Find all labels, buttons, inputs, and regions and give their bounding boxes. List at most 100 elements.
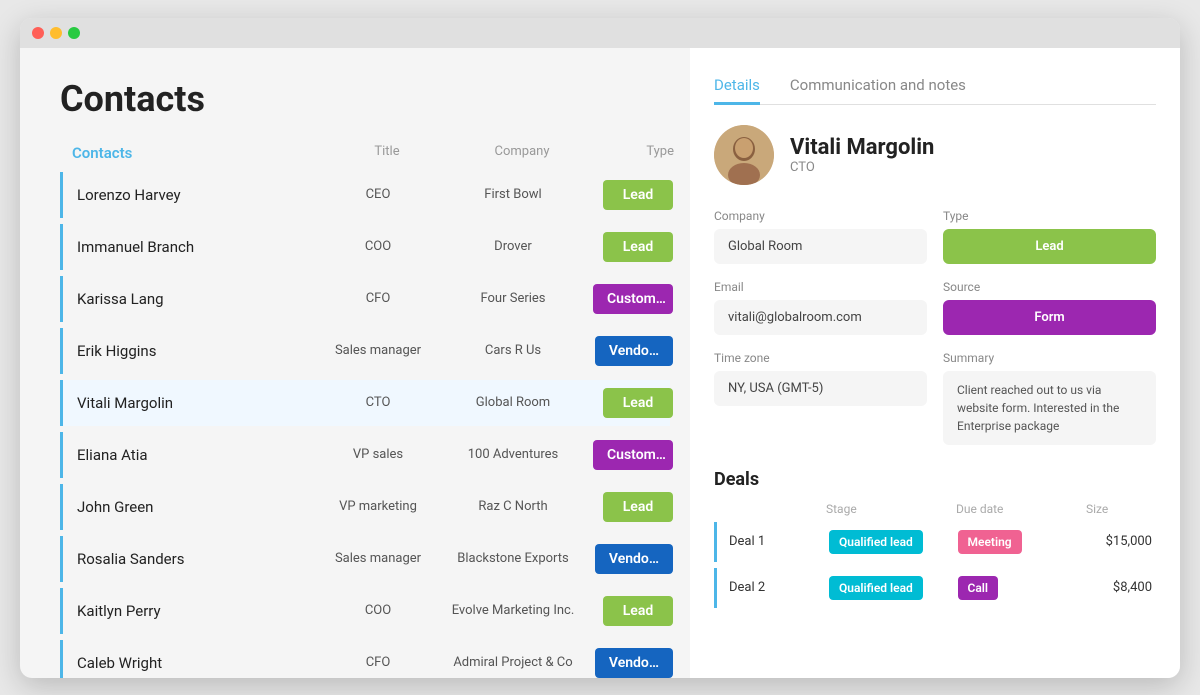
contacts-table: Contacts Title Company Type Lorenzo Harv… (60, 144, 670, 678)
type-badge: Lead (603, 180, 673, 210)
deal-row[interactable]: Deal 2 Qualified lead Call $8,400 (714, 568, 1156, 608)
contact-name-cell: Kaitlyn Perry (63, 593, 323, 628)
deal-stage-cell: Qualified lead (829, 576, 958, 600)
contact-type-cell: Custom… (593, 440, 673, 470)
table-row[interactable]: Rosalia Sanders Sales manager Blackstone… (60, 536, 670, 582)
deals-title: Deals (714, 469, 1156, 490)
contact-title-cell: CEO (323, 187, 433, 202)
contact-company-cell: Global Room (433, 395, 593, 410)
contact-name: Immanuel Branch (77, 238, 194, 256)
contact-type-cell: Lead (593, 596, 673, 626)
table-row[interactable]: Immanuel Branch COO Drover Lead (60, 224, 670, 270)
contact-type-cell: Lead (593, 492, 673, 522)
page-title: Contacts (60, 78, 670, 120)
col-header-title: Title (332, 144, 442, 162)
profile-info: Vitali Margolin CTO (790, 135, 934, 175)
table-row[interactable]: Erik Higgins Sales manager Cars R Us Ven… (60, 328, 670, 374)
contact-company-cell: First Bowl (433, 187, 593, 202)
right-panel: Details Communication and notes Vitali M… (690, 48, 1180, 678)
deal-name: Deal 2 (729, 580, 829, 595)
summary-label: Summary (943, 351, 1156, 365)
company-label: Company (714, 209, 927, 223)
contact-company-cell: Blackstone Exports (433, 551, 593, 566)
contact-title-cell: VP sales (323, 447, 433, 462)
table-row[interactable]: Kaitlyn Perry COO Evolve Marketing Inc. … (60, 588, 670, 634)
tabs: Details Communication and notes (714, 68, 1156, 105)
tab-details[interactable]: Details (714, 68, 760, 105)
deals-table-header: Stage Due date Size (714, 502, 1156, 522)
deals-col-size: Size (1086, 502, 1156, 516)
contact-company-cell: Admiral Project & Co (433, 655, 593, 670)
deal-size: $15,000 (1086, 534, 1156, 549)
type-badge: Custom… (593, 440, 673, 470)
source-value: Form (943, 300, 1156, 335)
contact-rows-container: Lorenzo Harvey CEO First Bowl Lead Imman… (60, 172, 670, 678)
contact-type-cell: Custom… (593, 284, 673, 314)
contact-title-cell: Sales manager (323, 551, 433, 566)
col-header-contacts: Contacts (72, 144, 332, 162)
tab-communication[interactable]: Communication and notes (790, 68, 966, 105)
contact-company-cell: Raz C North (433, 499, 593, 514)
deal-row[interactable]: Deal 1 Qualified lead Meeting $15,000 (714, 522, 1156, 562)
detail-email: Email vitali@globalroom.com (714, 280, 927, 335)
contact-name-cell: Vitali Margolin (63, 385, 323, 420)
minimize-button[interactable] (50, 27, 62, 39)
contact-title-cell: VP marketing (323, 499, 433, 514)
contact-title-cell: COO (323, 239, 433, 254)
contact-profile: Vitali Margolin CTO (714, 125, 1156, 185)
contact-name-cell: Lorenzo Harvey (63, 177, 323, 212)
close-button[interactable] (32, 27, 44, 39)
table-row[interactable]: Caleb Wright CFO Admiral Project & Co Ve… (60, 640, 670, 678)
contact-type-cell: Lead (593, 388, 673, 418)
deals-col-stage: Stage (826, 502, 956, 516)
timezone-value: NY, USA (GMT-5) (714, 371, 927, 406)
contact-title-cell: CFO (323, 291, 433, 306)
contact-name: Kaitlyn Perry (77, 602, 161, 620)
type-badge: Vendo… (595, 544, 673, 574)
company-value: Global Room (714, 229, 927, 264)
email-value: vitali@globalroom.com (714, 300, 927, 335)
table-row[interactable]: Lorenzo Harvey CEO First Bowl Lead (60, 172, 670, 218)
contact-type-cell: Vendo… (593, 336, 673, 366)
summary-value: Client reached out to us via website for… (943, 371, 1156, 445)
deal-due-badge: Call (958, 576, 999, 600)
contact-type-cell: Lead (593, 180, 673, 210)
maximize-button[interactable] (68, 27, 80, 39)
type-badge: Lead (603, 492, 673, 522)
deal-stage-badge: Qualified lead (829, 530, 923, 554)
table-row[interactable]: Karissa Lang CFO Four Series Custom… (60, 276, 670, 322)
contact-name-cell: Immanuel Branch (63, 229, 323, 264)
table-row[interactable]: John Green VP marketing Raz C North Lead (60, 484, 670, 530)
deal-due-cell: Call (958, 576, 1087, 600)
contact-name: John Green (77, 498, 153, 516)
contact-name-cell: Karissa Lang (63, 281, 323, 316)
titlebar (20, 18, 1180, 48)
contact-company-cell: Four Series (433, 291, 593, 306)
col-header-type: Type (602, 144, 682, 162)
contact-name: Eliana Atia (77, 446, 148, 464)
table-row[interactable]: Eliana Atia VP sales 100 Adventures Cust… (60, 432, 670, 478)
contact-name: Karissa Lang (77, 290, 164, 308)
type-value: Lead (943, 229, 1156, 264)
contact-name-cell: Caleb Wright (63, 645, 323, 678)
contact-type-cell: Lead (593, 232, 673, 262)
deal-name: Deal 1 (729, 534, 829, 549)
avatar (714, 125, 774, 185)
profile-role: CTO (790, 160, 934, 175)
timezone-label: Time zone (714, 351, 927, 365)
details-grid: Company Global Room Type Lead Email vita… (714, 209, 1156, 445)
type-badge: Lead (603, 388, 673, 418)
content-area: Contacts Contacts Title Company Type Lor… (20, 48, 1180, 678)
col-header-company: Company (442, 144, 602, 162)
type-badge: Custom… (593, 284, 673, 314)
table-row[interactable]: Vitali Margolin CTO Global Room Lead (60, 380, 670, 426)
detail-source: Source Form (943, 280, 1156, 335)
contact-title-cell: Sales manager (323, 343, 433, 358)
contact-name-cell: Erik Higgins (63, 333, 323, 368)
contact-company-cell: Drover (433, 239, 593, 254)
deal-due-cell: Meeting (958, 530, 1087, 554)
table-header: Contacts Title Company Type (60, 144, 670, 168)
contact-title-cell: CFO (323, 655, 433, 670)
contact-company-cell: Cars R Us (433, 343, 593, 358)
type-badge: Vendo… (595, 336, 673, 366)
